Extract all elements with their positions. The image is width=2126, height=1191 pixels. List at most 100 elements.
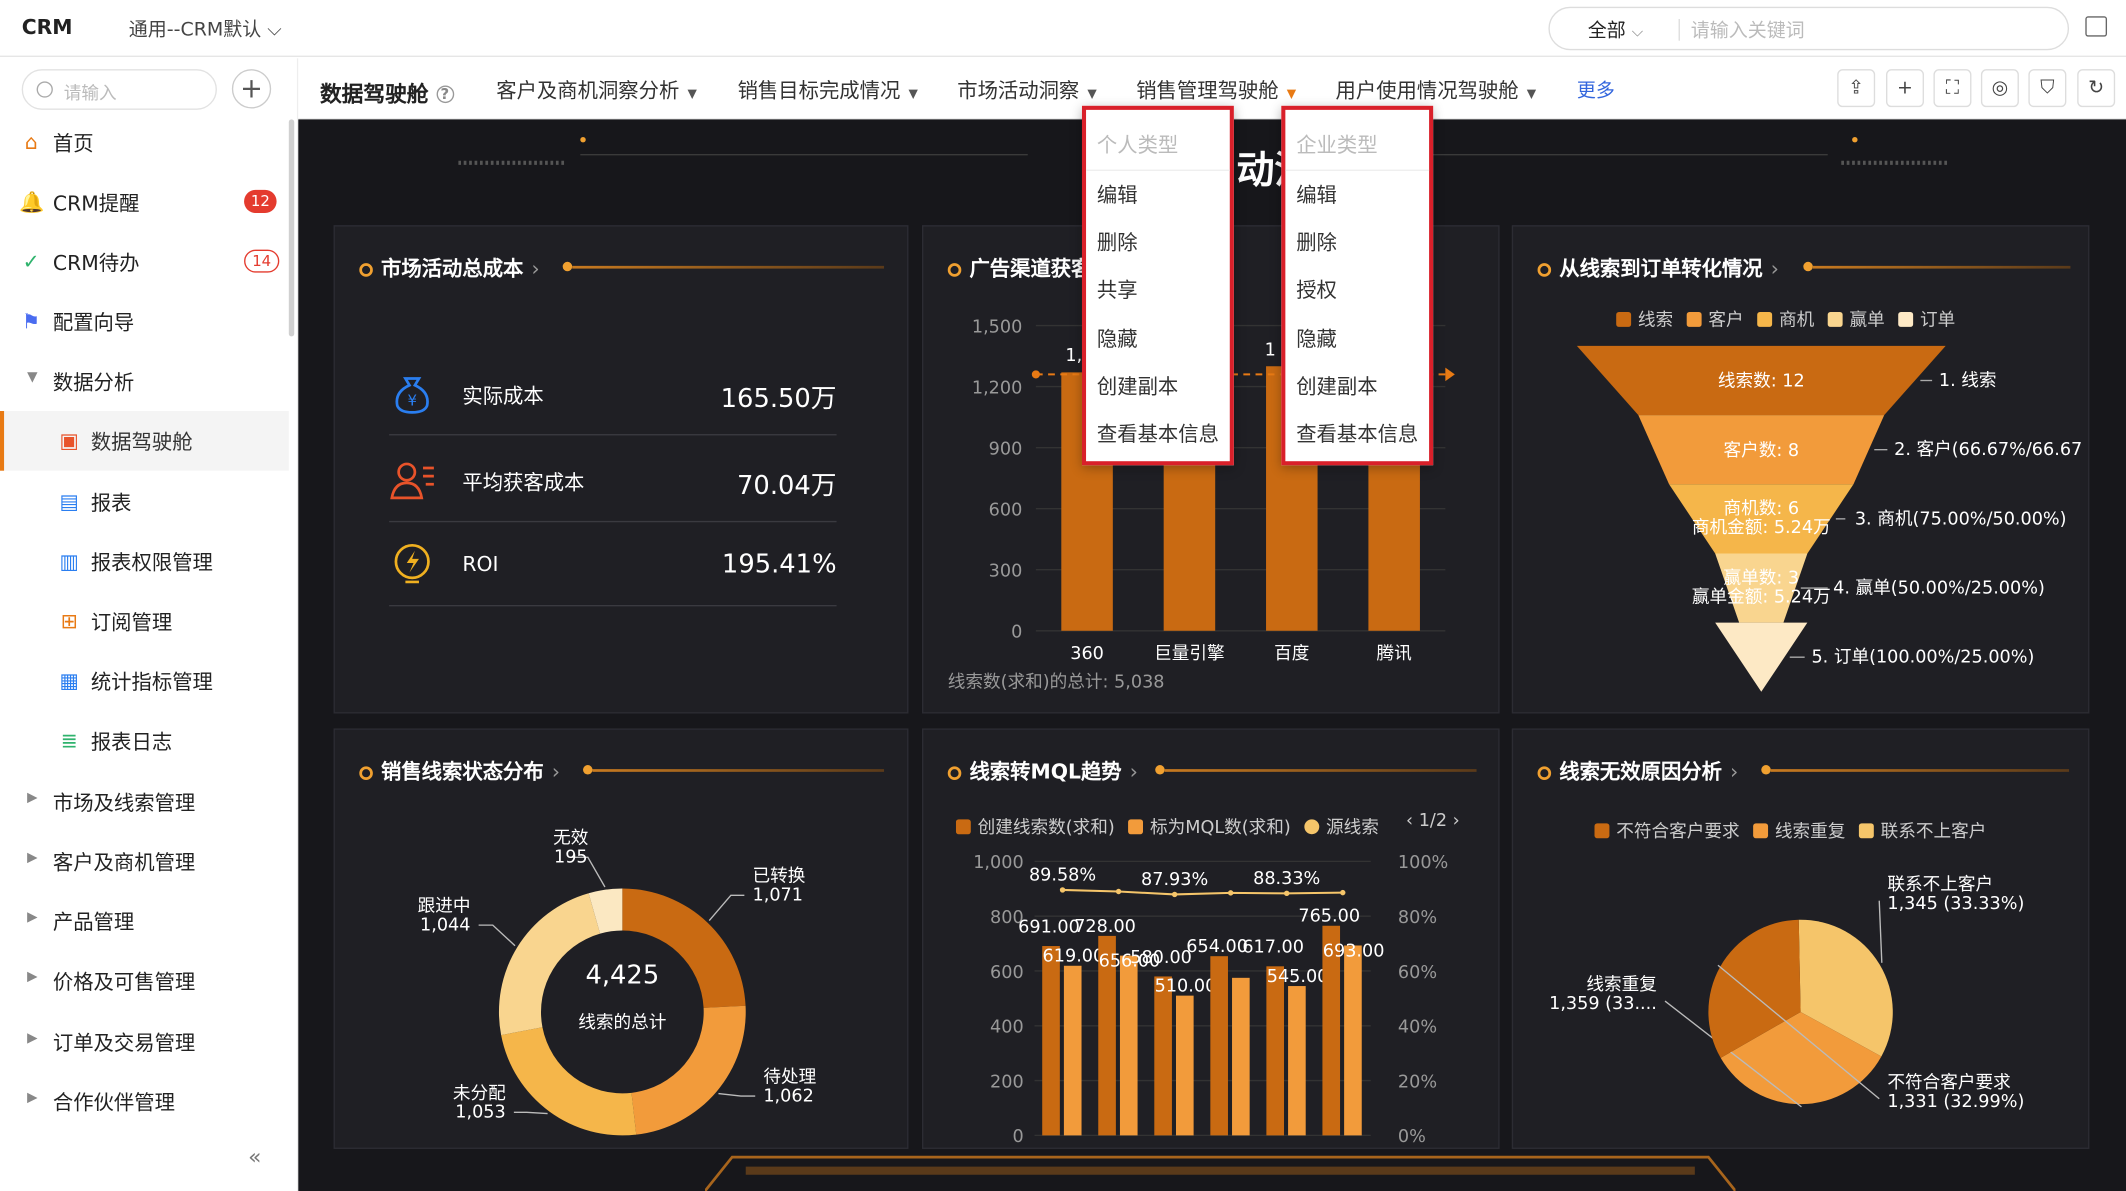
log-icon: ≣	[60, 728, 78, 753]
panel-total-cost: 市场活动总成本 › ¥ 实际成本 165.50万 平均获客成本 70.04万 ROI 1…	[333, 225, 909, 714]
menu-item-hide[interactable]: 隐藏	[1097, 324, 1138, 352]
tab-sales-target[interactable]: 销售目标完成情况 ▼	[738, 76, 918, 104]
tab-marketing-insight[interactable]: 市场活动洞察 ▼	[946, 76, 1111, 125]
add-button[interactable]: +	[231, 69, 272, 109]
menu-item-info[interactable]: 查看基本信息	[1296, 419, 1418, 447]
y2-tick-label: 80%	[1398, 908, 1437, 928]
sidebar-search[interactable]: 请输入	[21, 69, 217, 110]
bar-value-label: 545.00	[1267, 967, 1329, 987]
menu-item-authorize[interactable]: 授权	[1296, 275, 1337, 303]
fullscreen-icon[interactable]: ⛶	[1933, 69, 1972, 108]
sidebar-item[interactable]: ▶ 产品管理	[0, 891, 289, 951]
panel-invalid-reasons: 线索无效原因分析 › 不符合客户要求 线索重复 联系不上客户 联系不上客户 1,345 …	[1511, 728, 2090, 1149]
count-badge: 14	[244, 249, 280, 273]
tab-user-usage[interactable]: 用户使用情况驾驶舱 ▼	[1336, 76, 1537, 104]
panel-lead-status: 销售线索状态分布 › 已转换 1,071 待处理 1,062 未分配 1,053 跟进中 1,0…	[333, 728, 909, 1149]
sidebar-item-label: 报表日志	[90, 729, 173, 755]
menu-item-edit[interactable]: 编辑	[1097, 180, 1138, 208]
sidebar-item[interactable]: ▣ 数据驾驶舱	[0, 411, 289, 471]
tab-sales-management[interactable]: 销售管理驾驶舱 ▼	[1136, 76, 1296, 104]
panel-title-text: 市场活动总成本	[380, 256, 524, 281]
menu-divider	[1086, 169, 1230, 171]
sidebar-search-input[interactable]: 请输入	[64, 79, 117, 104]
sidebar-item[interactable]: ▤ 报表	[0, 472, 289, 532]
menu-item-hide[interactable]: 隐藏	[1296, 324, 1337, 352]
sidebar-item[interactable]: ≣ 报表日志	[0, 711, 289, 771]
sidebar-item[interactable]: ▶ 客户及商机管理	[0, 832, 289, 892]
line-point[interactable]	[1115, 888, 1122, 895]
bar-created[interactable]	[1210, 956, 1228, 1136]
kpi-value: 195.41%	[721, 549, 837, 580]
sidebar: 请输入 + ⌂ 首页 🔔 CRM提醒 12 ✓ CRM待办 14 ⚑ 配置向导 ▼ 数据分析 ▣ 数据驾驶…	[0, 58, 299, 1191]
collapse-sidebar-button[interactable]: «	[248, 1144, 261, 1170]
bar-created[interactable]	[1042, 946, 1060, 1136]
scrollbar[interactable]	[288, 119, 295, 337]
menu-item-delete[interactable]: 删除	[1296, 228, 1337, 256]
sidebar-item[interactable]: ✓ CRM待办 14	[0, 232, 289, 292]
sidebar-item[interactable]: 🔔 CRM提醒 12	[0, 172, 289, 232]
sidebar-item[interactable]: ▶ 价格及可售管理	[0, 951, 289, 1011]
refresh-icon[interactable]: ↻	[2077, 69, 2116, 108]
menu-item-edit[interactable]: 编辑	[1296, 180, 1337, 208]
window-icon[interactable]	[2085, 16, 2108, 37]
search-input[interactable]: 请输入关键词	[1691, 16, 1805, 43]
mql-chart: 0 0%200 20%400 40%600 60%800 80%1,000 100%691.…	[973, 853, 1448, 1147]
caret-down-icon: ▼	[27, 370, 38, 386]
settings-icon[interactable]: ◎	[1980, 69, 2019, 108]
bar-created[interactable]	[1266, 966, 1285, 1136]
title-dot	[562, 261, 573, 272]
sidebar-item[interactable]: ▶ 订单及交易管理	[0, 1012, 289, 1072]
line-point[interactable]	[1340, 889, 1346, 896]
sidebar-item[interactable]: ▼ 数据分析	[0, 351, 289, 411]
shield-icon[interactable]: ⛉	[2028, 69, 2067, 108]
menu-item-delete[interactable]: 删除	[1097, 228, 1138, 256]
sidebar-item[interactable]: ⊞ 订阅管理	[0, 591, 289, 651]
bar-mql[interactable]	[1344, 945, 1362, 1136]
tab-more[interactable]: 更多	[1577, 76, 1615, 103]
sidebar-item[interactable]: ▶ 市场及线索管理	[0, 772, 289, 832]
slice-label: 跟进中	[418, 896, 471, 917]
kpi-roi: ROI 195.41%	[389, 528, 837, 607]
bar-mql[interactable]	[1175, 995, 1194, 1136]
flag-icon: ⚑	[22, 309, 41, 334]
sidebar-item[interactable]: ⌂ 首页	[0, 113, 289, 173]
kpi-label: 平均获客成本	[462, 470, 585, 496]
help-icon[interactable]: ?	[436, 85, 454, 104]
workspace-selector[interactable]: 通用--CRM默认 ⌵	[129, 15, 282, 42]
donut-slice[interactable]	[501, 1027, 637, 1136]
label-leader-line	[718, 1092, 756, 1097]
tab-customer-insight[interactable]: 客户及商机洞察分析 ▼	[496, 76, 697, 104]
line-point[interactable]	[1171, 891, 1178, 898]
sidebar-item[interactable]: ▥ 报表权限管理	[0, 532, 289, 592]
line-point[interactable]	[1227, 890, 1234, 896]
chevron-right-icon: ›	[531, 256, 540, 281]
funnel-stage-label: 5. 订单(100.00%/25.00%)	[1811, 647, 2034, 668]
panel-title[interactable]: 市场活动总成本 ›	[359, 254, 540, 282]
menu-header: 企业类型	[1296, 132, 1378, 158]
search-scope[interactable]: 全部 ⌵	[1588, 16, 1643, 43]
bar-mql[interactable]	[1232, 977, 1250, 1136]
slice-value: 1,345 (33.33%)	[1887, 894, 2024, 914]
share-icon[interactable]: ⇪	[1837, 69, 1876, 108]
global-search[interactable]: 全部 ⌵ 请输入关键词	[1548, 6, 2070, 51]
menu-item-duplicate[interactable]: 创建副本	[1296, 372, 1377, 400]
sidebar-item[interactable]: ▦ 统计指标管理	[0, 651, 289, 711]
bar-mql[interactable]	[1288, 986, 1306, 1136]
menu-item-info[interactable]: 查看基本信息	[1097, 419, 1219, 447]
bar-mql[interactable]	[1119, 955, 1138, 1136]
bar-value-label: 619.00	[1043, 947, 1105, 967]
x-tick-label: 百度	[1274, 643, 1309, 664]
menu-item-share[interactable]: 共享	[1097, 275, 1138, 303]
line-point[interactable]	[1284, 890, 1290, 897]
line-point[interactable]	[1059, 887, 1066, 893]
bar-created[interactable]	[1154, 976, 1172, 1136]
bar-mql[interactable]	[1063, 965, 1082, 1136]
slice-value: 1,359 (33....	[1549, 994, 1657, 1014]
sidebar-item[interactable]: ⚑ 配置向导	[0, 292, 289, 352]
sidebar-item[interactable]: ▶ 合作伙伴管理	[0, 1072, 289, 1132]
menu-item-duplicate[interactable]: 创建副本	[1097, 372, 1178, 400]
add-icon[interactable]: +	[1886, 69, 1924, 108]
money-bag-icon: ¥	[395, 377, 429, 414]
sidebar-item-label: 订单及交易管理	[52, 1030, 196, 1056]
tab-label: 市场活动洞察	[957, 78, 1080, 104]
